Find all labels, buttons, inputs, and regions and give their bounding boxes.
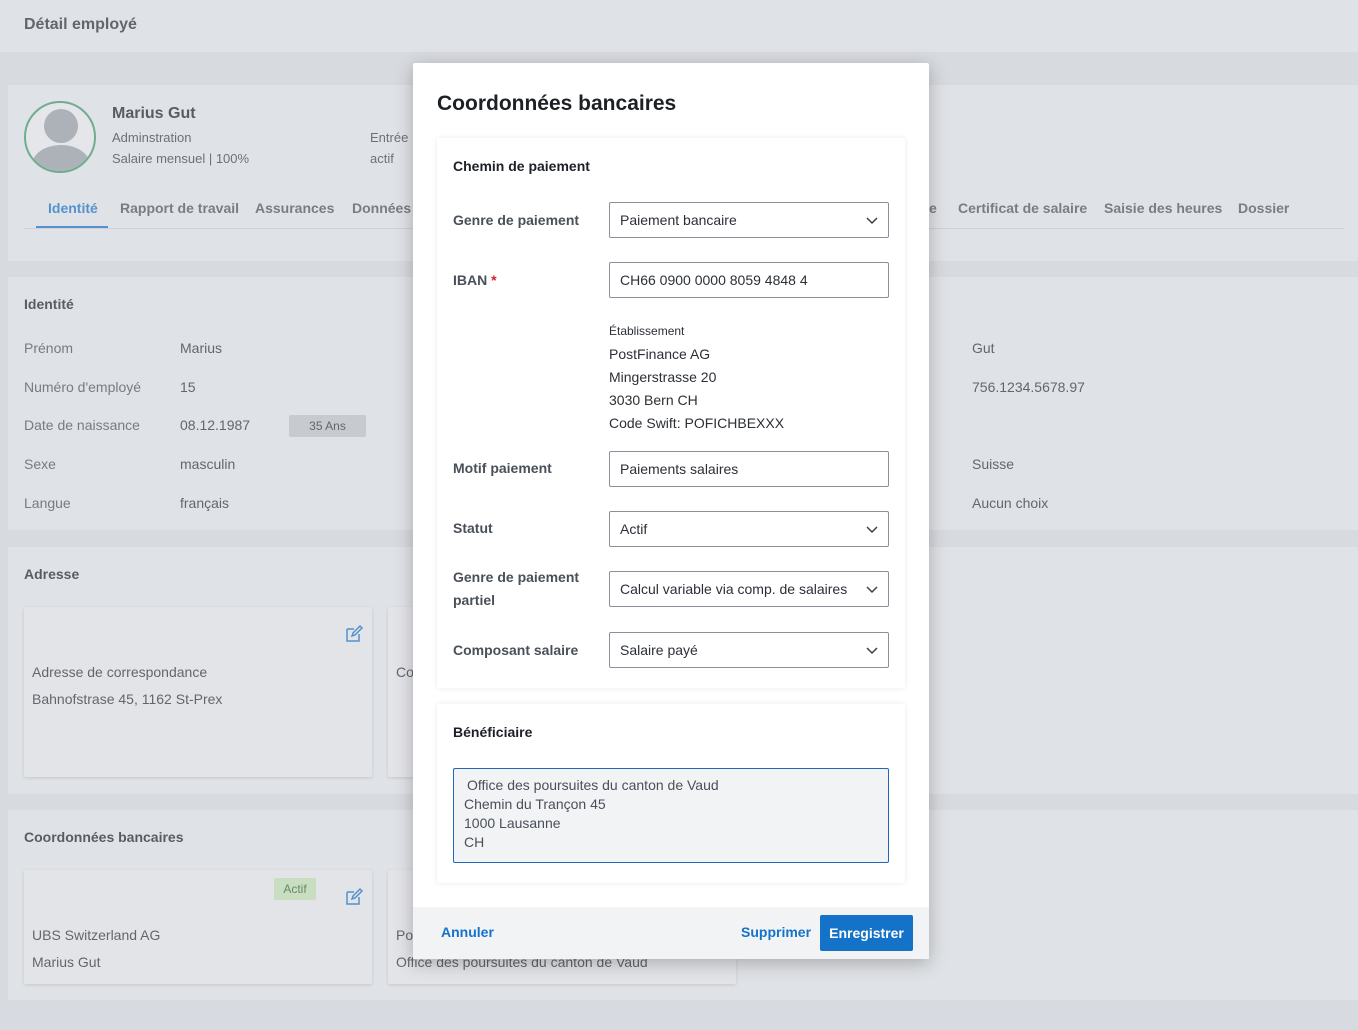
beneficiary-line-4: CH — [464, 834, 485, 850]
institution-info: Établissement PostFinance AG Mingerstras… — [609, 320, 784, 435]
beneficiary-textarea[interactable]: Office des poursuites du canton de Vaud … — [453, 768, 889, 863]
composant-salaire-value: Salaire payé — [620, 642, 698, 658]
required-marker: * — [491, 272, 497, 288]
genre-paiement-label: Genre de paiement — [453, 212, 580, 228]
institution-caption: Établissement — [609, 324, 685, 338]
payment-path-heading: Chemin de paiement — [453, 158, 590, 174]
genre-paiement-partiel-value: Calcul variable via comp. de salaires — [620, 581, 848, 597]
institution-city: 3030 Bern CH — [609, 392, 698, 408]
statut-label: Statut — [453, 520, 493, 536]
beneficiary-line-3: 1000 Lausanne — [464, 815, 561, 831]
payment-path-section: Chemin de paiement Genre de paiement Pai… — [437, 138, 905, 688]
save-button[interactable]: Enregistrer — [820, 915, 913, 951]
motif-paiement-label: Motif paiement — [453, 460, 552, 476]
motif-paiement-input[interactable]: Paiements salaires — [609, 451, 889, 487]
bank-details-modal: Coordonnées bancaires Chemin de paiement… — [413, 63, 929, 959]
genre-paiement-partiel-select[interactable]: Calcul variable via comp. de salaires — [609, 571, 889, 607]
statut-select[interactable]: Actif — [609, 511, 889, 547]
composant-salaire-select[interactable]: Salaire payé — [609, 632, 889, 668]
beneficiary-line-2: Chemin du Trançon 45 — [464, 796, 606, 812]
statut-value: Actif — [620, 521, 648, 537]
composant-salaire-label: Composant salaire — [453, 642, 579, 658]
beneficiary-line-1: Office des poursuites du canton de Vaud — [467, 777, 719, 793]
chevron-down-icon — [866, 526, 878, 534]
genre-paiement-select[interactable]: Paiement bancaire — [609, 202, 889, 238]
genre-paiement-partiel-label: Genre de paiement partiel — [453, 569, 580, 608]
institution-street: Mingerstrasse 20 — [609, 369, 717, 385]
institution-swift: Code Swift: POFICHBEXXX — [609, 415, 785, 431]
iban-label: IBAN * — [453, 272, 497, 288]
chevron-down-icon — [866, 217, 878, 225]
chevron-down-icon — [866, 586, 878, 594]
beneficiary-heading: Bénéficiaire — [453, 724, 533, 740]
delete-button[interactable]: Supprimer — [741, 924, 811, 940]
modal-title: Coordonnées bancaires — [437, 92, 677, 115]
chevron-down-icon — [866, 647, 878, 655]
iban-input[interactable]: CH66 0900 0000 8059 4848 4 — [609, 262, 889, 298]
modal-footer: Annuler Supprimer Enregistrer — [413, 907, 929, 959]
institution-name: PostFinance AG — [609, 346, 711, 362]
cancel-button[interactable]: Annuler — [441, 924, 494, 940]
beneficiary-section: Bénéficiaire Office des poursuites du ca… — [437, 704, 905, 883]
genre-paiement-value: Paiement bancaire — [620, 212, 737, 228]
